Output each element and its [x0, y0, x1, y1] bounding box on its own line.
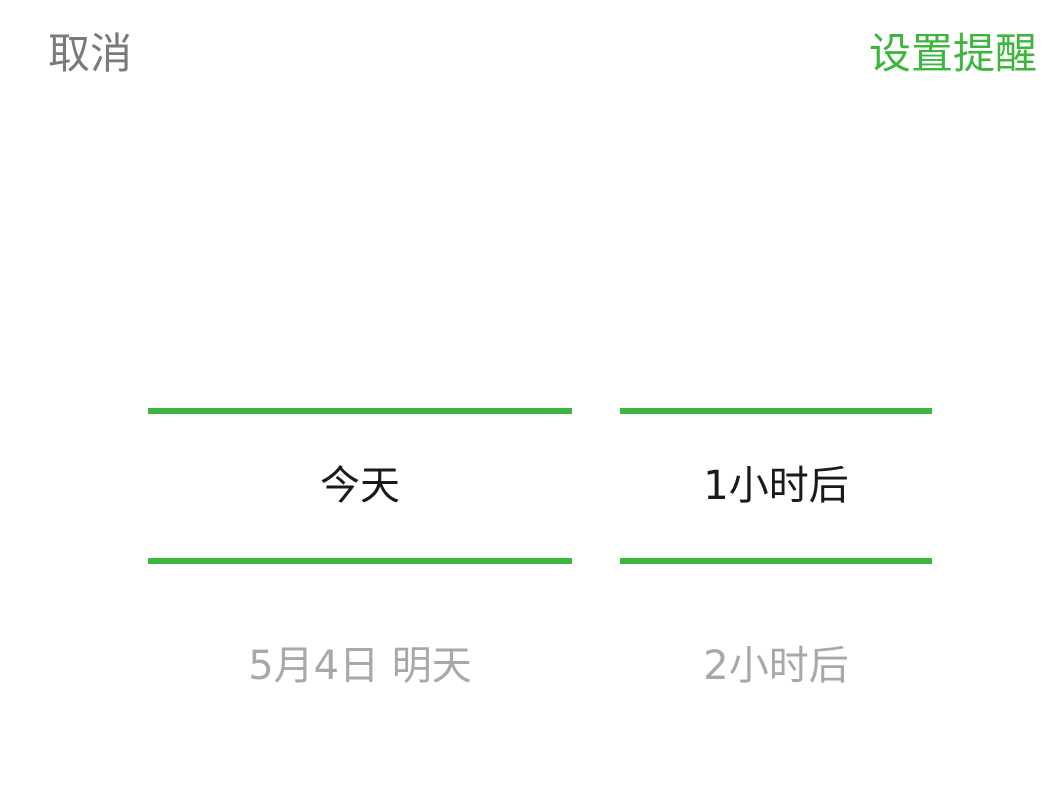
day-option-selected[interactable]: 今天 [148, 460, 572, 512]
selection-indicator-top [620, 408, 932, 414]
set-reminder-button[interactable]: 设置提醒 [869, 26, 1037, 82]
time-option-selected[interactable]: 1小时后 [620, 460, 932, 512]
time-option-next[interactable]: 2小时后 [620, 640, 932, 692]
selection-indicator-bottom [148, 558, 572, 564]
cancel-button[interactable]: 取消 [48, 26, 132, 82]
selection-indicator-bottom [620, 558, 932, 564]
time-picker-column[interactable]: 1小时后 2小时后 [620, 300, 932, 720]
selection-indicator-top [148, 408, 572, 414]
day-picker-column[interactable]: 今天 5月4日 明天 [148, 300, 572, 720]
day-option-next[interactable]: 5月4日 明天 [148, 640, 572, 692]
